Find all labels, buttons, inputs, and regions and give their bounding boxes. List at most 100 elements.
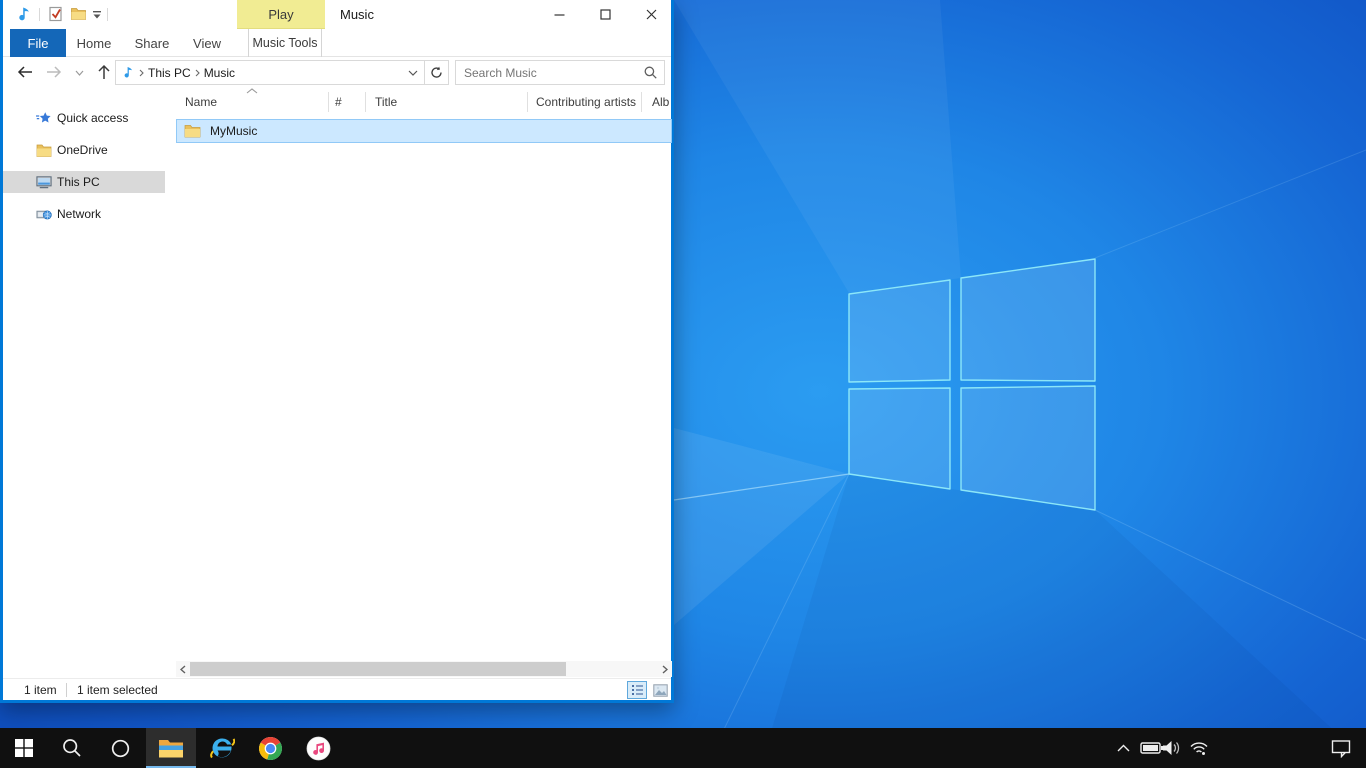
tab-view-label: View xyxy=(193,36,221,51)
search-input[interactable] xyxy=(456,66,644,80)
sidebar-item-label: OneDrive xyxy=(57,143,108,157)
cortana-button[interactable] xyxy=(98,728,142,768)
chevron-up-icon xyxy=(1117,744,1130,752)
sidebar: Quick access OneDrive xyxy=(3,88,165,661)
wifi-tray-button[interactable] xyxy=(1184,728,1214,768)
ribbon-contextual-group-play[interactable]: Play xyxy=(237,0,325,29)
scroll-right-button[interactable] xyxy=(658,661,672,677)
taskbar-search-button[interactable] xyxy=(50,728,94,768)
folder-icon xyxy=(184,123,201,139)
qat-separator xyxy=(107,8,108,21)
file-explorer-icon xyxy=(158,737,184,759)
network-icon xyxy=(36,206,52,222)
chevron-right-icon xyxy=(662,665,668,674)
tab-share[interactable]: Share xyxy=(123,29,181,57)
window-title: Music xyxy=(340,7,374,22)
onedrive-folder-icon xyxy=(36,142,52,158)
column-divider[interactable] xyxy=(527,92,528,112)
itunes-icon xyxy=(306,736,331,761)
ribbon-tab-row: File Home Share View Music Tools ? xyxy=(3,29,671,57)
file-name: MyMusic xyxy=(210,124,257,138)
column-header-contributing-artists[interactable]: Contributing artists xyxy=(536,95,636,109)
tab-music-tools[interactable]: Music Tools xyxy=(248,29,322,57)
recent-locations-chevron-icon[interactable] xyxy=(75,70,84,76)
tab-home-label: Home xyxy=(77,36,112,51)
back-arrow-icon[interactable] xyxy=(16,63,34,81)
column-header-title[interactable]: Title xyxy=(375,95,397,109)
sidebar-item-label: This PC xyxy=(57,175,100,189)
explorer-window: Play Music File Home Share View Music To… xyxy=(0,0,674,703)
horizontal-scrollbar xyxy=(176,661,672,677)
address-bar[interactable]: This PC Music xyxy=(115,60,449,85)
tab-view[interactable]: View xyxy=(180,29,234,57)
search-box[interactable] xyxy=(455,60,665,85)
action-center-icon xyxy=(1331,739,1351,758)
tray-expand-button[interactable] xyxy=(1110,728,1136,768)
tab-file[interactable]: File xyxy=(10,29,66,57)
column-header-album[interactable]: Alb xyxy=(652,95,669,109)
taskbar-itunes-button[interactable] xyxy=(296,728,340,768)
maximize-icon xyxy=(600,9,611,20)
maximize-button[interactable] xyxy=(582,0,628,29)
refresh-icon[interactable] xyxy=(430,66,443,79)
tab-home[interactable]: Home xyxy=(66,29,122,57)
new-folder-icon[interactable] xyxy=(70,6,87,22)
quick-access-star-icon xyxy=(36,110,52,126)
file-row-mymusic[interactable]: MyMusic xyxy=(176,119,672,143)
properties-icon[interactable] xyxy=(48,6,64,22)
column-header-number[interactable]: # xyxy=(335,95,342,109)
speaker-icon xyxy=(1162,740,1182,756)
tab-file-label: File xyxy=(28,36,49,51)
minimize-button[interactable] xyxy=(536,0,582,29)
wifi-icon xyxy=(1189,740,1209,756)
cortana-circle-icon xyxy=(111,739,130,758)
chrome-icon xyxy=(258,736,283,761)
play-group-label: Play xyxy=(268,7,293,22)
selection-count: 1 item selected xyxy=(77,683,158,697)
sidebar-item-network[interactable]: Network xyxy=(3,203,165,225)
thumbnail-view-button[interactable] xyxy=(650,681,670,699)
chevron-left-icon xyxy=(180,665,186,674)
item-count: 1 item xyxy=(24,683,57,697)
close-button[interactable] xyxy=(628,0,674,29)
status-separator xyxy=(66,683,67,697)
qat-separator xyxy=(39,8,40,21)
sidebar-item-label: Network xyxy=(57,207,101,221)
windows-start-icon xyxy=(15,739,33,757)
thumbnail-view-icon xyxy=(653,684,668,697)
customize-quick-access-dropdown-icon[interactable] xyxy=(92,10,102,19)
sidebar-item-quick-access[interactable]: Quick access xyxy=(3,107,165,129)
column-divider[interactable] xyxy=(365,92,366,112)
forward-arrow-icon[interactable] xyxy=(45,63,63,81)
taskbar-chrome-button[interactable] xyxy=(248,728,292,768)
start-button[interactable] xyxy=(2,728,46,768)
sidebar-item-this-pc[interactable]: This PC xyxy=(3,171,165,193)
up-arrow-icon[interactable] xyxy=(95,63,113,81)
scrollbar-thumb[interactable] xyxy=(190,662,566,676)
column-divider[interactable] xyxy=(328,92,329,112)
tab-share-label: Share xyxy=(135,36,170,51)
action-center-button[interactable] xyxy=(1316,728,1366,768)
column-headers: Name # Title Contributing artists Alb xyxy=(168,88,671,116)
taskbar-internet-explorer-button[interactable] xyxy=(200,728,244,768)
address-dropdown-chevron-icon[interactable] xyxy=(408,70,418,76)
navigation-bar: This PC Music xyxy=(3,57,671,88)
details-view-button[interactable] xyxy=(627,681,647,699)
sidebar-item-onedrive[interactable]: OneDrive xyxy=(3,139,165,161)
window-music-note-icon[interactable] xyxy=(16,6,33,23)
breadcrumb-this-pc[interactable]: This PC xyxy=(144,66,195,80)
this-pc-icon xyxy=(36,174,52,190)
volume-tray-button[interactable] xyxy=(1158,728,1186,768)
search-icon[interactable] xyxy=(644,66,657,79)
column-divider[interactable] xyxy=(641,92,642,112)
windows-flag-panes xyxy=(849,259,1095,510)
sidebar-item-label: Quick access xyxy=(57,111,128,125)
column-header-name[interactable]: Name xyxy=(185,95,217,109)
address-divider xyxy=(424,61,425,84)
tab-music-tools-label: Music Tools xyxy=(252,36,317,50)
scroll-left-button[interactable] xyxy=(176,661,190,677)
minimize-icon xyxy=(554,9,565,20)
screen: Play Music File Home Share View Music To… xyxy=(0,0,1366,768)
taskbar-file-explorer-button[interactable] xyxy=(146,728,196,768)
breadcrumb-music[interactable]: Music xyxy=(200,66,239,80)
